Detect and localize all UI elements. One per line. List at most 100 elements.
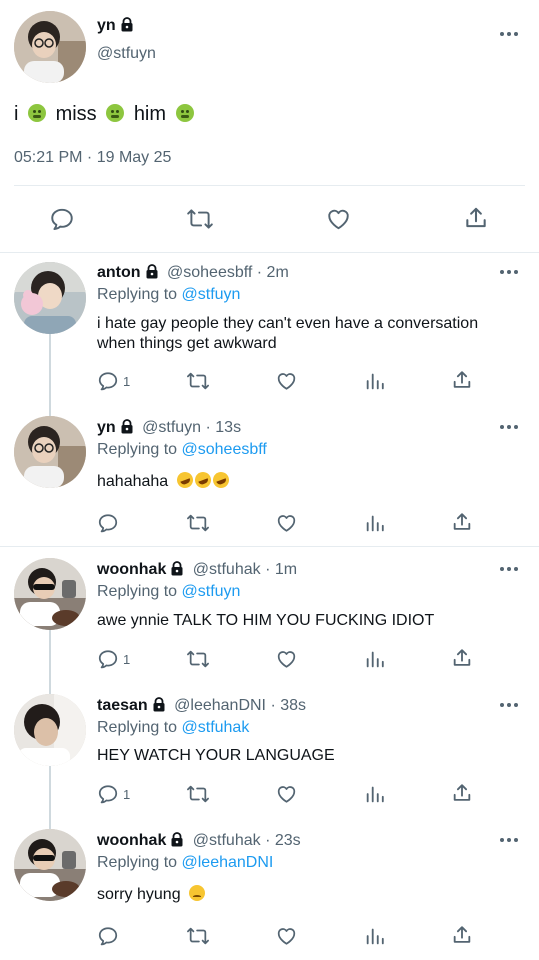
analytics-button[interactable] <box>364 648 386 670</box>
thread-connector <box>49 630 51 694</box>
reply-icon <box>98 785 118 804</box>
user-handle[interactable]: @stfuhak · 1m <box>193 561 297 578</box>
replying-to: Replying to @stfuyn <box>97 286 241 303</box>
avatar[interactable] <box>14 829 86 901</box>
like-icon <box>277 786 296 803</box>
analytics-icon <box>366 373 384 390</box>
analytics-button[interactable] <box>364 925 386 947</box>
replying-to: Replying to @stfuhak <box>97 719 250 736</box>
rofl-emoji <box>174 469 195 491</box>
share-button[interactable] <box>463 205 489 231</box>
retweet-icon <box>187 927 209 945</box>
divider <box>0 252 539 253</box>
share-icon <box>453 371 471 388</box>
reply-button[interactable]: 1 <box>97 370 130 392</box>
mention-link[interactable]: @leehanDNI <box>182 854 274 871</box>
share-icon <box>453 513 471 530</box>
avatar[interactable] <box>14 416 86 488</box>
retweet-icon <box>187 785 209 803</box>
like-icon <box>328 209 349 230</box>
mention-link[interactable]: @stfuyn <box>182 583 241 600</box>
analytics-icon <box>366 786 384 803</box>
share-button[interactable] <box>451 782 473 804</box>
rofl-emoji <box>192 469 213 491</box>
thread-connector <box>49 766 51 829</box>
reply-button[interactable] <box>49 206 75 232</box>
analytics-button[interactable] <box>364 783 386 805</box>
rofl-emoji <box>210 469 231 491</box>
more-icon[interactable] <box>500 838 520 844</box>
analytics-icon <box>366 928 384 945</box>
tweet-text: awe ynnie TALK TO HIM YOU FUCKING IDIOT <box>97 612 435 629</box>
display-name[interactable]: yn <box>97 419 116 436</box>
analytics-icon <box>366 515 384 532</box>
share-button[interactable] <box>451 647 473 669</box>
reply-button[interactable] <box>97 925 123 947</box>
display-name[interactable]: yn <box>97 17 116 34</box>
tweet-text: hahahaha <box>97 469 231 492</box>
share-button[interactable] <box>451 924 473 946</box>
divider <box>0 546 539 547</box>
user-handle[interactable]: @leehanDNI · 38s <box>174 697 306 714</box>
tweet-text: i miss him <box>14 102 194 126</box>
more-icon[interactable] <box>500 703 520 709</box>
display-name[interactable]: woonhak <box>97 832 166 849</box>
display-name[interactable]: anton <box>97 264 141 281</box>
like-button[interactable] <box>275 783 298 805</box>
user-handle[interactable]: @stfuyn <box>97 45 156 63</box>
mention-link[interactable]: @stfuhak <box>182 719 250 736</box>
share-button[interactable] <box>451 369 473 391</box>
retweet-button[interactable] <box>186 925 210 947</box>
avatar[interactable] <box>14 262 86 334</box>
retweet-icon <box>187 514 209 532</box>
retweet-button[interactable] <box>186 648 210 670</box>
analytics-button[interactable] <box>364 370 386 392</box>
share-icon <box>453 649 471 666</box>
more-icon[interactable] <box>500 567 520 573</box>
mention-link[interactable]: @stfuyn <box>182 286 241 303</box>
like-icon <box>277 373 296 390</box>
like-button[interactable] <box>275 925 298 947</box>
retweet-button[interactable] <box>186 512 210 534</box>
thread-connector <box>49 334 51 418</box>
reply-icon <box>98 372 118 391</box>
retweet-button[interactable] <box>186 206 214 232</box>
more-icon[interactable] <box>500 425 520 431</box>
display-name[interactable]: taesan <box>97 697 148 714</box>
like-button[interactable] <box>275 512 298 534</box>
tweet-text: sorry hyung <box>97 885 206 905</box>
reply-button[interactable]: 1 <box>97 783 130 805</box>
share-button[interactable] <box>451 511 473 533</box>
reply-count: 1 <box>123 786 131 802</box>
avatar[interactable] <box>14 11 86 83</box>
lock-icon <box>145 264 159 284</box>
retweet-button[interactable] <box>186 783 210 805</box>
retweet-icon <box>187 650 209 668</box>
analytics-button[interactable] <box>364 512 386 534</box>
like-button[interactable] <box>275 648 298 670</box>
avatar[interactable] <box>14 558 86 630</box>
tweet-timestamp: 05:21 PM · 19 May 25 <box>14 149 172 166</box>
user-handle[interactable]: @stfuyn · 13s <box>142 419 241 436</box>
reply-button[interactable]: 1 <box>97 648 130 670</box>
reply-count: 1 <box>123 651 131 667</box>
replying-to: Replying to @soheesbff <box>97 441 267 458</box>
avatar[interactable] <box>14 694 86 766</box>
user-handle[interactable]: @soheesbff · 2m <box>167 264 289 281</box>
reply-button[interactable] <box>97 512 123 534</box>
more-icon[interactable] <box>500 270 520 276</box>
lock-icon <box>170 561 184 581</box>
mention-link[interactable]: @soheesbff <box>182 441 267 458</box>
tweet-text: i hate gay people they can't even have a… <box>97 315 479 352</box>
nauseated-face-emoji <box>28 104 47 122</box>
retweet-button[interactable] <box>186 370 210 392</box>
lock-icon <box>120 17 134 37</box>
user-handle[interactable]: @stfuhak · 23s <box>193 832 301 849</box>
more-icon[interactable] <box>500 32 520 38</box>
display-name[interactable]: woonhak <box>97 561 166 578</box>
share-icon <box>453 784 471 801</box>
like-button[interactable] <box>325 206 352 232</box>
share-icon <box>466 207 486 228</box>
lock-icon <box>152 697 166 717</box>
like-button[interactable] <box>275 370 298 392</box>
